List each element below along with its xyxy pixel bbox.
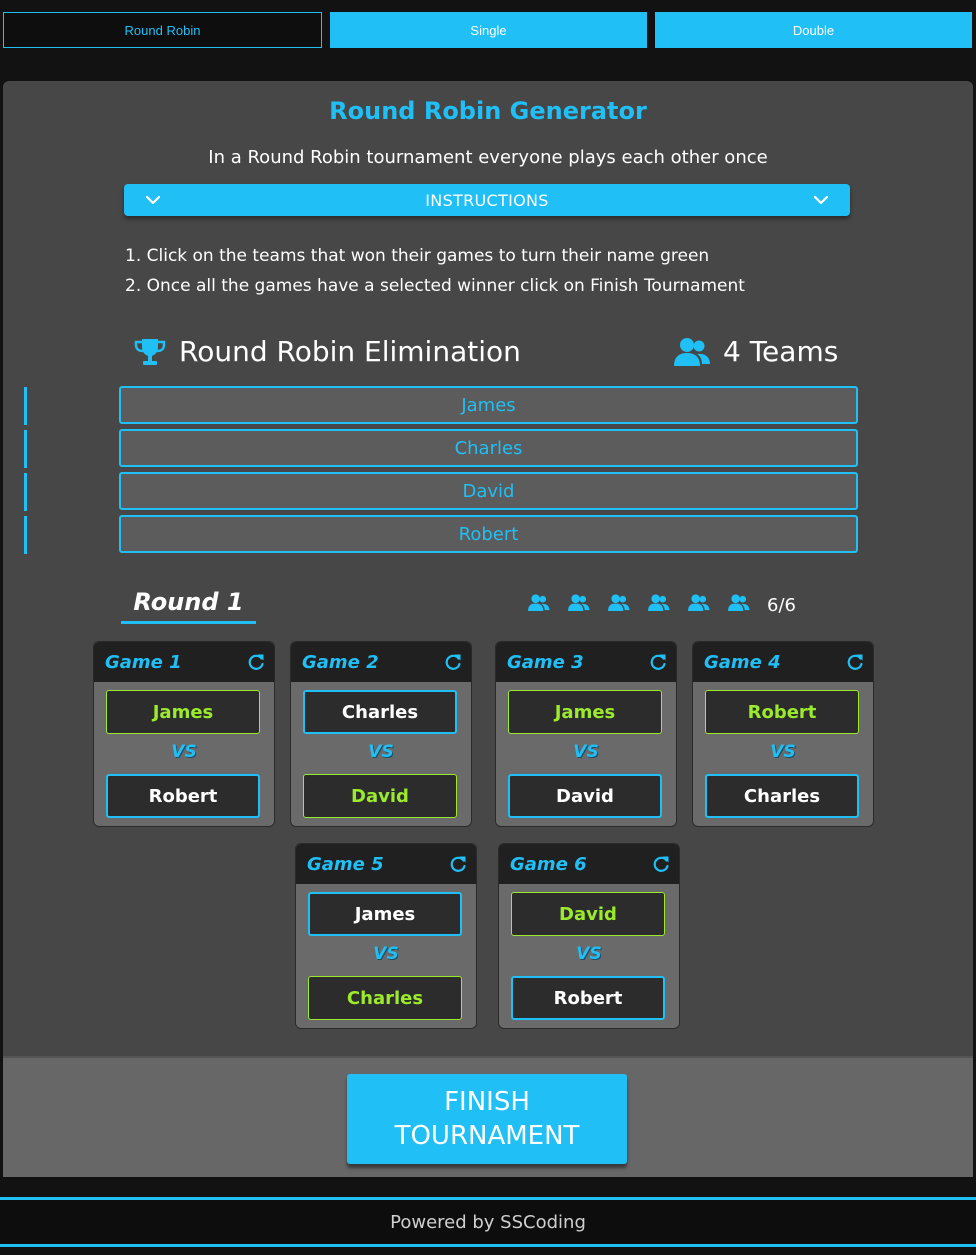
drag-handle[interactable] bbox=[24, 473, 27, 511]
list-item: David bbox=[3, 471, 973, 514]
refresh-icon[interactable] bbox=[651, 854, 671, 874]
vs-label: VS bbox=[171, 742, 197, 762]
team-list: James Charles David Robert bbox=[3, 385, 973, 557]
team-button[interactable]: Charles bbox=[303, 690, 457, 734]
list-item: Charles bbox=[3, 428, 973, 471]
users-icon bbox=[728, 594, 750, 612]
elimination-header: Round Robin Elimination bbox=[133, 335, 521, 368]
game-card: Game 2 Charles VS David bbox=[290, 641, 472, 827]
chevron-down-icon bbox=[145, 195, 161, 205]
refresh-icon[interactable] bbox=[246, 652, 266, 672]
vs-label: VS bbox=[770, 742, 796, 762]
game-title: Game 1 bbox=[105, 651, 182, 673]
page-title: Round Robin Generator bbox=[329, 97, 647, 125]
game-card: Game 5 James VS Charles bbox=[295, 843, 477, 1029]
refresh-icon[interactable] bbox=[448, 854, 468, 874]
game-header: Game 5 bbox=[296, 844, 476, 884]
finish-area: FINISH TOURNAMENT bbox=[3, 1056, 973, 1177]
list-item: Robert bbox=[3, 514, 973, 557]
game-title: Game 2 bbox=[302, 651, 379, 673]
instructions-toggle[interactable]: INSTRUCTIONS bbox=[124, 184, 850, 216]
team-button[interactable]: David bbox=[303, 774, 457, 818]
team-name-field[interactable]: David bbox=[119, 472, 858, 510]
game-title: Game 6 bbox=[510, 853, 587, 875]
users-icon bbox=[528, 594, 550, 612]
teams-count: 4 Teams bbox=[723, 335, 839, 368]
game-card: Game 6 David VS Robert bbox=[498, 843, 680, 1029]
list-item: James bbox=[3, 385, 973, 428]
users-icon bbox=[608, 594, 630, 612]
elimination-title: Round Robin Elimination bbox=[179, 335, 521, 368]
tab-round-robin[interactable]: Round Robin bbox=[3, 12, 322, 48]
team-button[interactable]: Robert bbox=[106, 774, 260, 818]
game-header: Game 6 bbox=[499, 844, 679, 884]
team-button[interactable]: Charles bbox=[705, 774, 859, 818]
team-button[interactable]: James bbox=[508, 690, 662, 734]
round-progress-icons bbox=[527, 593, 750, 612]
game-title: Game 4 bbox=[704, 651, 781, 673]
users-icon bbox=[648, 594, 670, 612]
vs-label: VS bbox=[573, 742, 599, 762]
finish-tournament-button[interactable]: FINISH TOURNAMENT bbox=[347, 1074, 627, 1164]
game-header: Game 1 bbox=[94, 642, 274, 682]
chevron-down-icon bbox=[813, 195, 829, 205]
instruction-step: 1. Click on the teams that won their gam… bbox=[125, 246, 710, 266]
game-card: Game 4 Robert VS Charles bbox=[692, 641, 874, 827]
game-header: Game 4 bbox=[693, 642, 873, 682]
team-name-field[interactable]: Charles bbox=[119, 429, 858, 467]
vs-label: VS bbox=[576, 944, 602, 964]
vs-label: VS bbox=[373, 944, 399, 964]
game-title: Game 3 bbox=[507, 651, 584, 673]
refresh-icon[interactable] bbox=[443, 652, 463, 672]
instructions-list: 1. Click on the teams that won their gam… bbox=[125, 241, 745, 301]
generator-panel: Round Robin Generator In a Round Robin t… bbox=[3, 81, 973, 1056]
drag-handle[interactable] bbox=[24, 430, 27, 468]
users-icon bbox=[688, 594, 710, 612]
round-title: Round 1 bbox=[121, 588, 256, 624]
team-button[interactable]: Charles bbox=[308, 976, 462, 1020]
game-card: Game 1 James VS Robert bbox=[93, 641, 275, 827]
users-icon bbox=[674, 337, 710, 366]
tournament-type-tabs: Round Robin Single Double bbox=[3, 12, 972, 48]
round-progress: 6/6 bbox=[767, 595, 796, 616]
instruction-step: 2. Once all the games have a selected wi… bbox=[125, 276, 745, 296]
vs-label: VS bbox=[368, 742, 394, 762]
team-button[interactable]: Robert bbox=[511, 976, 665, 1020]
team-name-field[interactable]: James bbox=[119, 386, 858, 424]
refresh-icon[interactable] bbox=[648, 652, 668, 672]
drag-handle[interactable] bbox=[24, 516, 27, 554]
users-icon bbox=[568, 594, 590, 612]
game-header: Game 3 bbox=[496, 642, 676, 682]
team-name-field[interactable]: Robert bbox=[119, 515, 858, 553]
trophy-icon bbox=[134, 338, 166, 365]
page-subtitle: In a Round Robin tournament everyone pla… bbox=[208, 147, 768, 168]
team-button[interactable]: Robert bbox=[705, 690, 859, 734]
tab-double[interactable]: Double bbox=[655, 12, 972, 48]
teams-count-header: 4 Teams bbox=[673, 335, 838, 368]
team-button[interactable]: James bbox=[308, 892, 462, 936]
drag-handle[interactable] bbox=[24, 387, 27, 425]
instructions-label: INSTRUCTIONS bbox=[425, 190, 549, 210]
tab-single[interactable]: Single bbox=[330, 12, 647, 48]
team-button[interactable]: David bbox=[511, 892, 665, 936]
game-header: Game 2 bbox=[291, 642, 471, 682]
team-button[interactable]: James bbox=[106, 690, 260, 734]
team-button[interactable]: David bbox=[508, 774, 662, 818]
footer: Powered by SSCoding bbox=[0, 1197, 976, 1247]
game-card: Game 3 James VS David bbox=[495, 641, 677, 827]
game-title: Game 5 bbox=[307, 853, 384, 875]
refresh-icon[interactable] bbox=[845, 652, 865, 672]
